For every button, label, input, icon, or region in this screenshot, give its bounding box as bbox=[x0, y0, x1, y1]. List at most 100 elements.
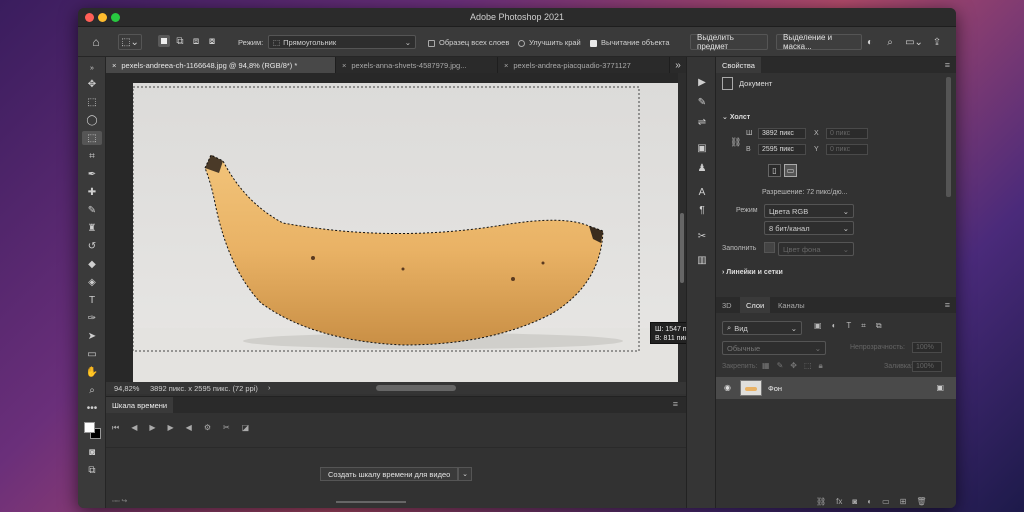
landscape-icon[interactable]: ▭ bbox=[784, 164, 797, 177]
tool-preset-picker[interactable]: ⬚ ⌄ bbox=[118, 34, 142, 50]
styles-icon[interactable]: ♟ bbox=[695, 161, 709, 175]
color-mode-select[interactable]: Цвета RGB ⌄ bbox=[764, 204, 854, 218]
libraries-icon[interactable]: ▣ bbox=[695, 141, 709, 155]
close-icon[interactable]: × bbox=[342, 61, 346, 70]
lock-pixels-icon[interactable]: ✎ bbox=[777, 361, 784, 371]
brushes-icon[interactable]: ✎ bbox=[695, 95, 709, 109]
panel-menu-icon[interactable]: ≡ bbox=[673, 399, 678, 409]
adjustment-layer-icon[interactable]: ◐ bbox=[867, 497, 872, 506]
tab-channels[interactable]: Каналы bbox=[772, 297, 811, 313]
y-field[interactable]: 0 пикс bbox=[826, 144, 868, 155]
select-subject-button[interactable]: Выделить предмет bbox=[690, 33, 768, 51]
workspace-icon[interactable]: ▭⌄ bbox=[904, 35, 924, 49]
audio-icon[interactable]: ◀ bbox=[186, 423, 192, 433]
mode-select[interactable]: ⬚ Прямоугольник ⌄ bbox=[268, 35, 416, 49]
path-selection-icon[interactable]: ➤ bbox=[82, 329, 102, 343]
gradient-tool-icon[interactable]: ◈ bbox=[82, 275, 102, 289]
zoom-tool-icon[interactable]: ⌕ bbox=[82, 383, 102, 397]
select-and-mask-button[interactable]: Выделение и маска... bbox=[776, 33, 862, 51]
transition-icon[interactable]: ◪ bbox=[242, 423, 250, 433]
timeline-dropdown-icon[interactable]: ⌄ bbox=[458, 467, 472, 481]
canvas-section-toggle[interactable]: ⌄ Холст bbox=[722, 113, 750, 121]
fill-field[interactable]: 100% bbox=[912, 361, 942, 372]
play-icon[interactable]: ▶ bbox=[149, 423, 155, 433]
new-layer-icon[interactable]: ⊞ bbox=[900, 497, 907, 506]
crop-tool-icon[interactable]: ⌗ bbox=[82, 149, 102, 163]
add-mask-icon[interactable]: ◙ bbox=[852, 497, 857, 506]
search-icon[interactable]: ⌕ bbox=[884, 35, 896, 49]
home-icon[interactable]: ⌂ bbox=[88, 34, 104, 50]
x-field[interactable]: 0 пикс bbox=[826, 128, 868, 139]
opacity-field[interactable]: 100% bbox=[912, 342, 942, 353]
eyedropper-tool-icon[interactable]: ✒ bbox=[82, 167, 102, 181]
sample-all-layers-checkbox[interactable]: Образец всех слоев bbox=[428, 38, 509, 47]
user-icon[interactable]: ◐ bbox=[864, 35, 876, 49]
lock-transparency-icon[interactable]: ▦ bbox=[762, 361, 770, 371]
settings-icon[interactable]: ⚙ bbox=[204, 423, 211, 433]
paragraph-icon[interactable]: ¶ bbox=[695, 203, 709, 217]
quick-mask-icon[interactable]: ◙ bbox=[82, 445, 102, 459]
history-brush-icon[interactable]: ↺ bbox=[82, 239, 102, 253]
canvas-area[interactable] bbox=[106, 73, 686, 383]
adjustments-icon[interactable]: ⇌ bbox=[695, 115, 709, 129]
rulers-section-toggle[interactable]: › Линейки и сетки bbox=[722, 269, 783, 276]
panel-menu-icon[interactable]: ≡ bbox=[945, 300, 950, 310]
brush-tool-icon[interactable]: ✎ bbox=[82, 203, 102, 217]
blend-mode-select[interactable]: Обычные ⌄ bbox=[722, 341, 826, 355]
previous-frame-icon[interactable]: ◀ bbox=[131, 423, 137, 433]
lock-artboard-icon[interactable]: ⬚ bbox=[804, 361, 812, 371]
fill-select[interactable]: Цвет фона ⌄ bbox=[778, 242, 854, 256]
color-swatches[interactable] bbox=[82, 419, 102, 441]
lock-all-icon[interactable]: 🔒︎ bbox=[819, 361, 823, 371]
image-filter-icon[interactable]: ▣ bbox=[814, 321, 822, 331]
layer-style-icon[interactable]: fx bbox=[836, 497, 842, 506]
layer-row[interactable]: ◉ Фон ▣ bbox=[716, 377, 956, 399]
layer-filter-select[interactable]: ⌕ Вид ⌄ bbox=[722, 321, 802, 335]
hand-tool-icon[interactable]: ✋ bbox=[82, 365, 102, 379]
bit-depth-select[interactable]: 8 бит/канал ⌄ bbox=[764, 221, 854, 235]
width-field[interactable]: 3892 пикс bbox=[758, 128, 806, 139]
character-icon[interactable]: A bbox=[695, 185, 709, 199]
move-tool-icon[interactable]: ✥ bbox=[82, 77, 102, 91]
height-field[interactable]: 2595 пикс bbox=[758, 144, 806, 155]
next-frame-icon[interactable]: ▶ bbox=[168, 423, 174, 433]
split-icon[interactable]: ✂ bbox=[223, 423, 230, 433]
lasso-tool-icon[interactable]: ◯ bbox=[82, 113, 102, 127]
subtract-from-selection-icon[interactable]: ⧈ bbox=[190, 35, 202, 47]
timeline-zoom-slider[interactable] bbox=[336, 501, 406, 503]
fill-color-swatch[interactable] bbox=[764, 242, 775, 253]
tab-properties[interactable]: Свойства bbox=[716, 57, 761, 73]
horizontal-scrollbar[interactable] bbox=[376, 385, 456, 391]
close-icon[interactable]: × bbox=[112, 61, 116, 70]
pen-tool-icon[interactable]: ✑ bbox=[82, 311, 102, 325]
more-tabs-icon[interactable]: » bbox=[672, 58, 684, 72]
group-icon[interactable]: ▭ bbox=[882, 497, 890, 506]
adjustment-filter-icon[interactable]: ◐ bbox=[832, 321, 837, 331]
more-tools-icon[interactable]: ••• bbox=[82, 401, 102, 415]
timeline-tab[interactable]: Шкала времени bbox=[106, 397, 174, 413]
lock-position-icon[interactable]: ✥ bbox=[790, 361, 797, 371]
document-image[interactable] bbox=[133, 83, 678, 383]
zoom-value[interactable]: 94,82% bbox=[114, 384, 139, 393]
healing-brush-icon[interactable]: ✚ bbox=[82, 185, 102, 199]
tab-document-2[interactable]: × pexels-anna-shvets-4587979.jpg... bbox=[336, 57, 498, 73]
type-filter-icon[interactable]: T bbox=[846, 321, 851, 331]
smart-object-filter-icon[interactable]: ⧉ bbox=[876, 321, 882, 331]
object-subtract-checkbox[interactable]: Вычитание объекта bbox=[590, 38, 670, 47]
shape-filter-icon[interactable]: ⌗ bbox=[861, 321, 866, 331]
first-frame-icon[interactable]: ⏮ bbox=[112, 423, 119, 433]
tools-icon[interactable]: ✂ bbox=[695, 229, 709, 243]
visibility-eye-icon[interactable]: ◉ bbox=[724, 383, 731, 392]
enhance-edge-radio[interactable]: Улучшить край bbox=[518, 38, 581, 47]
eraser-tool-icon[interactable]: ◆ bbox=[82, 257, 102, 271]
rectangle-tool-icon[interactable]: ▭ bbox=[82, 347, 102, 361]
panel-menu-icon[interactable]: ≡ bbox=[945, 60, 950, 70]
tab-layers[interactable]: Слои bbox=[740, 297, 771, 313]
link-layers-icon[interactable]: ⛓ bbox=[816, 497, 826, 506]
tab-3d[interactable]: 3D bbox=[716, 297, 738, 313]
screen-mode-icon[interactable]: ⧉ bbox=[82, 463, 102, 477]
object-selection-tool-icon[interactable]: ⬚ bbox=[82, 131, 102, 145]
share-icon[interactable]: ⇪ bbox=[930, 35, 944, 49]
intersect-selection-icon[interactable]: ⧇ bbox=[206, 35, 218, 47]
chevron-right-icon[interactable]: › bbox=[268, 383, 271, 392]
